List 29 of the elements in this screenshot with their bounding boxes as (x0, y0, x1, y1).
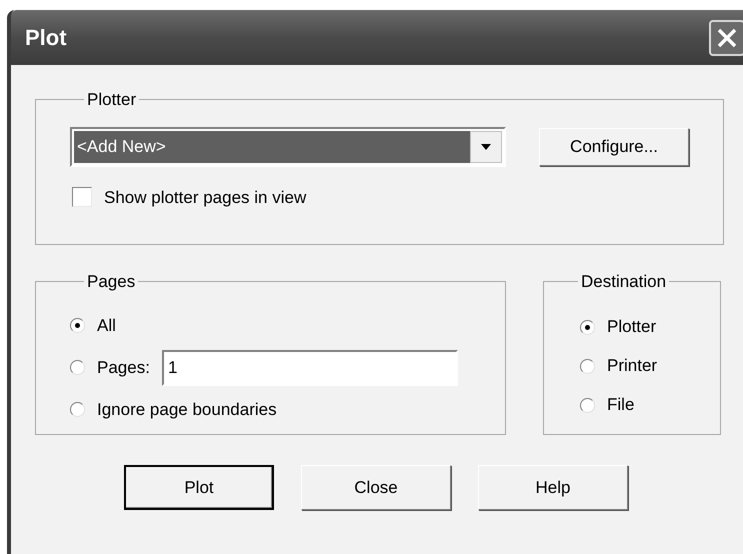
radio-button[interactable] (580, 320, 595, 334)
group-label: Plotter (86, 89, 138, 111)
window-title: Plot (25, 24, 67, 52)
dialog-button[interactable]: Help (478, 465, 628, 510)
close-button[interactable] (709, 20, 743, 56)
dropdown-arrow-button[interactable] (470, 130, 502, 162)
radio-button[interactable] (70, 402, 85, 417)
group-label: Destination (580, 271, 668, 293)
radio-label: All (97, 314, 116, 337)
group-label: Pages (86, 271, 136, 293)
pages-input-field[interactable]: 1 (162, 350, 458, 386)
configure-button[interactable]: Configure... (539, 128, 689, 166)
checkbox[interactable] (72, 187, 92, 208)
radio-label: Ignore page boundaries (97, 398, 277, 421)
radio-button[interactable] (70, 360, 85, 375)
radio-button[interactable] (70, 318, 85, 333)
dialog-button[interactable]: Close (301, 465, 451, 510)
radio-label: File (607, 394, 634, 416)
dialog-button[interactable]: Plot (124, 465, 274, 510)
checkbox-label: Show plotter pages in view (104, 186, 306, 208)
dropdown-value: <Add New> (74, 130, 470, 162)
radio-button[interactable] (580, 358, 595, 374)
radio-label: Pages: (97, 356, 150, 379)
radio-label: Plotter (607, 316, 656, 338)
radio-button[interactable] (580, 398, 595, 412)
radio-label: Printer (607, 355, 658, 378)
plotter-dropdown[interactable]: <Add New> (70, 126, 506, 166)
close-icon (716, 26, 738, 48)
caret-icon (481, 144, 491, 150)
